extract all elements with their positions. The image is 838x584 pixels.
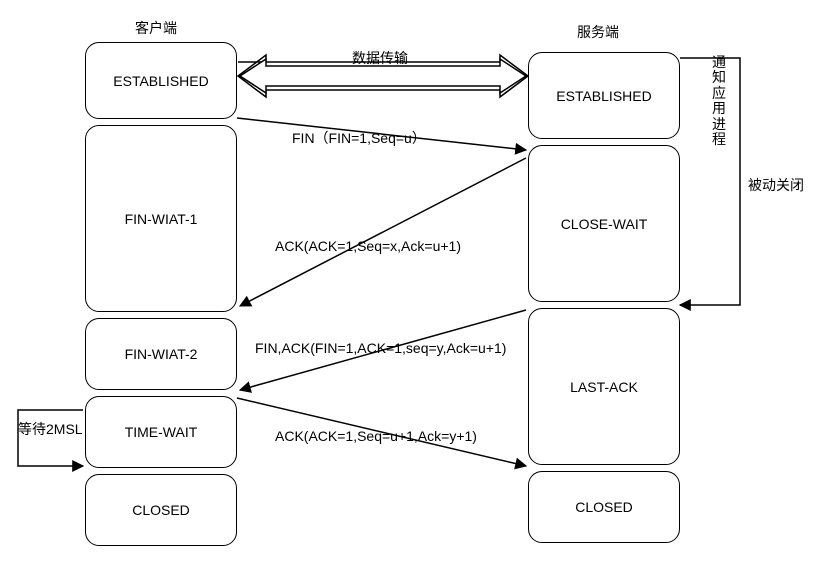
fin-label: FIN（FIN=1,Seq=u） bbox=[292, 128, 426, 148]
passive-close-path bbox=[680, 58, 740, 305]
ack2-label: ACK(ACK=1,Seq=u+1,Ack=y+1) bbox=[275, 428, 477, 444]
data-transfer-label: 数据传输 bbox=[352, 48, 408, 68]
finack-label: FIN,ACK(FIN=1,ACK=1,seq=y,Ack=u+1) bbox=[255, 340, 506, 356]
tcp-close-diagram: 客户端 服务端 ESTABLISHED FIN-WIAT-1 FIN-WIAT-… bbox=[0, 0, 838, 584]
notify-app-note: 通知应用进程 bbox=[712, 55, 730, 147]
ack1-arrow bbox=[240, 158, 526, 306]
passive-close-note: 被动关闭 bbox=[748, 175, 804, 195]
wait-2msl-note: 等待2MSL bbox=[18, 419, 83, 439]
ack1-label: ACK(ACK=1,Seq=x,Ack=u+1) bbox=[275, 238, 461, 254]
